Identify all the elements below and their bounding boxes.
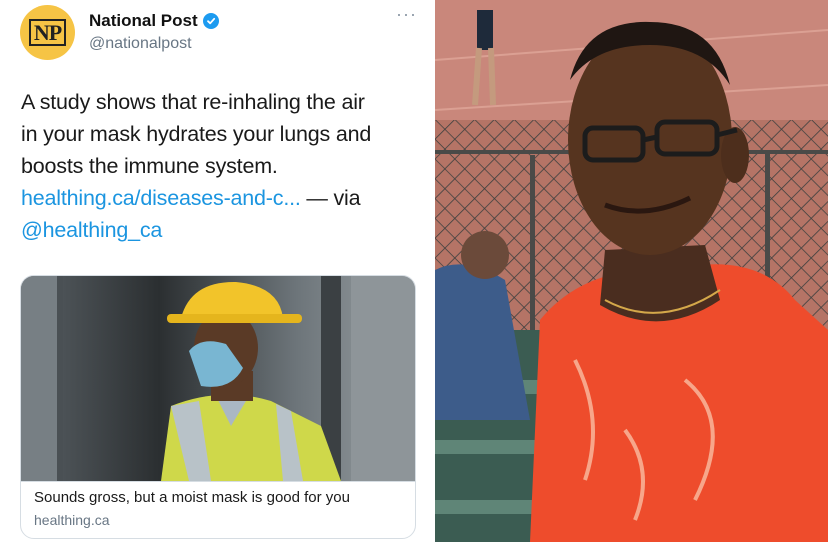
avatar-logo-text: NP bbox=[28, 19, 67, 46]
tweet-link-line: healthing.ca/diseases-and-c... — via bbox=[21, 182, 421, 214]
author-display-name[interactable]: National Post bbox=[89, 11, 198, 31]
tweet-text: A study shows that re-inhaling the air i… bbox=[21, 86, 421, 246]
mention-link[interactable]: @healthing_ca bbox=[21, 218, 162, 242]
mention-line: @healthing_ca bbox=[21, 214, 421, 246]
tweet-text-line: boosts the immune system. bbox=[21, 154, 278, 178]
card-domain: healthing.ca bbox=[34, 512, 110, 528]
via-text: — via bbox=[300, 186, 361, 210]
card-divider bbox=[21, 481, 415, 482]
tweet-link[interactable]: healthing.ca/diseases-and-c... bbox=[21, 186, 301, 210]
man-photo bbox=[435, 0, 828, 542]
author-name-row: National Post bbox=[89, 11, 219, 31]
avatar[interactable]: NP bbox=[20, 5, 75, 60]
tweet-text-line: in your mask hydrates your lungs and bbox=[21, 122, 372, 146]
card-image bbox=[21, 276, 415, 481]
tweet: NP National Post @nationalpost ··· A stu… bbox=[0, 0, 434, 542]
photo-panel bbox=[435, 0, 828, 542]
more-options-icon[interactable]: ··· bbox=[396, 4, 417, 25]
link-preview-card[interactable]: Sounds gross, but a moist mask is good f… bbox=[20, 275, 416, 539]
card-title: Sounds gross, but a moist mask is good f… bbox=[34, 489, 350, 506]
verified-badge-icon bbox=[202, 13, 219, 29]
author-handle[interactable]: @nationalpost bbox=[89, 35, 192, 53]
tweet-text-line: A study shows that re-inhaling the air bbox=[21, 90, 365, 114]
